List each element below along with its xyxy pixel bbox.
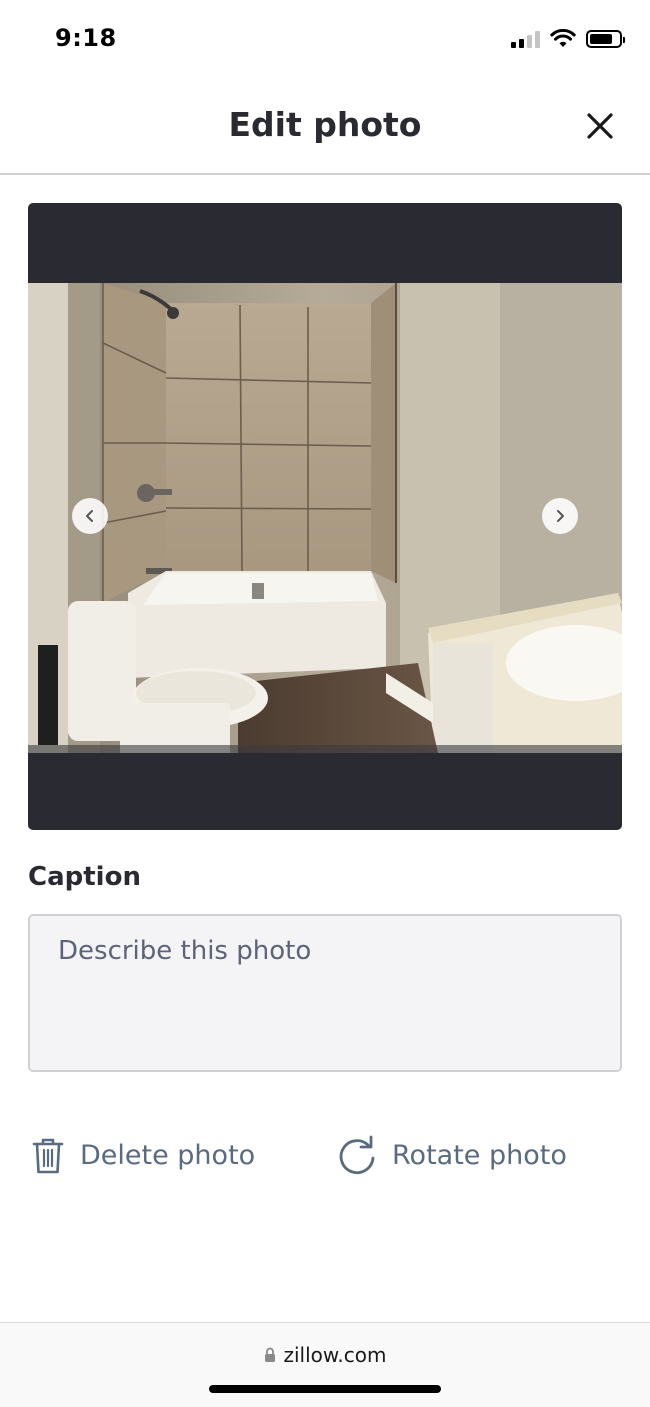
delete-photo-label: Delete photo	[80, 1139, 256, 1171]
next-photo-button[interactable]	[542, 498, 578, 534]
chevron-left-icon	[86, 510, 93, 522]
close-icon	[587, 113, 613, 139]
battery-icon	[586, 30, 625, 48]
close-button[interactable]	[580, 106, 620, 146]
url-text: zillow.com	[283, 1343, 387, 1367]
trash-icon	[32, 1138, 64, 1174]
lock-icon	[264, 1347, 275, 1362]
status-time: 9:18	[55, 24, 117, 52]
cellular-signal-icon	[511, 30, 540, 48]
listing-photo	[28, 283, 622, 753]
modal-header: Edit photo	[0, 80, 650, 175]
chevron-right-icon	[557, 510, 564, 522]
status-icons	[511, 28, 625, 50]
url-display[interactable]: zillow.com	[0, 1343, 650, 1367]
caption-input[interactable]	[28, 914, 622, 1072]
status-bar: 9:18	[0, 0, 650, 80]
photo-viewer	[28, 203, 622, 830]
delete-photo-button[interactable]: Delete photo	[30, 1130, 255, 1180]
wifi-icon	[550, 29, 576, 47]
rotate-photo-label: Rotate photo	[392, 1139, 567, 1171]
caption-label: Caption	[28, 862, 141, 892]
rotate-icon	[339, 1135, 375, 1175]
rotate-photo-button[interactable]: Rotate photo	[336, 1130, 567, 1180]
previous-photo-button[interactable]	[72, 498, 108, 534]
page-title: Edit photo	[228, 105, 422, 144]
home-indicator[interactable]	[209, 1385, 441, 1393]
browser-address-bar[interactable]: zillow.com	[0, 1322, 650, 1407]
